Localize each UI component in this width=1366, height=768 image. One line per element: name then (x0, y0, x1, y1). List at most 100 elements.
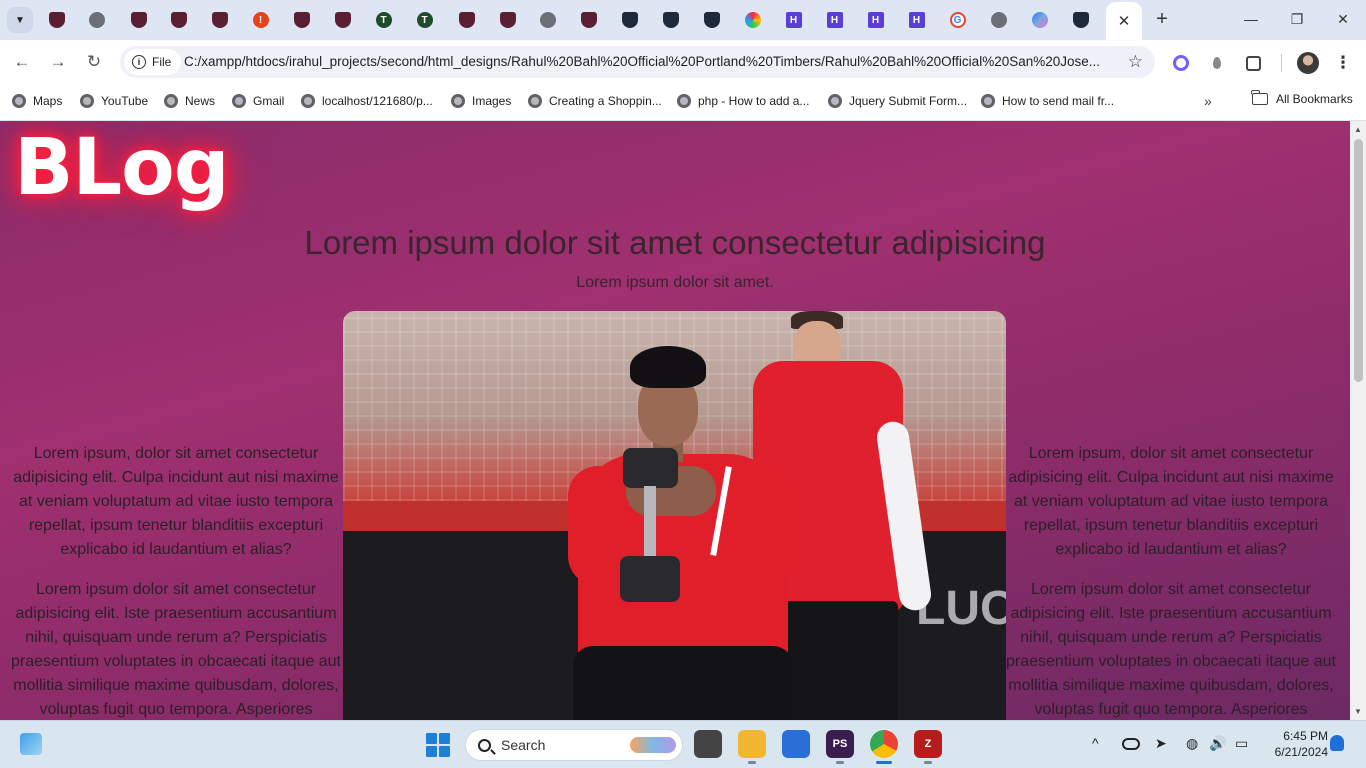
browser-tab[interactable] (446, 4, 487, 36)
address-bar[interactable]: i File C:/xampp/htdocs/irahul_projects/s… (120, 46, 1155, 78)
tray-chevron-icon[interactable]: ^ (1092, 735, 1099, 751)
page-viewport: BLog Lorem ipsum dolor sit amet consecte… (0, 121, 1350, 720)
browser-tab[interactable] (1019, 4, 1060, 36)
browser-tab[interactable]: G (937, 4, 978, 36)
extension-button[interactable] (1171, 53, 1191, 73)
hh-icon: H (908, 12, 925, 28)
right-paragraph-1: Lorem ipsum, dolor sit amet consectetur … (1008, 445, 1334, 558)
sj-shield-icon (662, 12, 679, 28)
tab-search-button[interactable]: ▼ (7, 7, 33, 33)
taskbar-clock[interactable]: 6:45 PM 6/21/2024 (1262, 728, 1328, 760)
globe-icon (451, 94, 465, 108)
bookmark-item[interactable]: Maps (12, 92, 62, 110)
close-window-button[interactable]: ✕ (1328, 8, 1358, 30)
onedrive-icon[interactable] (1122, 738, 1140, 750)
new-tab-button[interactable]: + (1151, 8, 1173, 30)
task-view-button[interactable] (694, 730, 722, 758)
browser-tab[interactable]: H (814, 4, 855, 36)
scroll-thumb[interactable] (1354, 139, 1363, 382)
url-text[interactable]: C:/xampp/htdocs/irahul_projects/second/h… (184, 54, 1119, 69)
bookmark-item[interactable]: Images (451, 92, 511, 110)
left-paragraph-2: Lorem ipsum dolor sit amet consectetur a… (11, 581, 341, 718)
location-pin-icon (1213, 57, 1221, 69)
phpstorm-button[interactable]: PS (826, 730, 854, 764)
reload-button[interactable]: ↻ (82, 50, 106, 74)
extension-button[interactable] (1207, 53, 1227, 73)
browser-tab[interactable] (1060, 4, 1101, 36)
browser-menu-button[interactable]: ⋮ (1335, 52, 1352, 74)
browser-tab[interactable]: T (404, 4, 445, 36)
browser-tab[interactable] (650, 4, 691, 36)
send-icon[interactable]: ➤ (1155, 735, 1167, 752)
site-logo[interactable]: BLog (14, 129, 230, 207)
bookmark-item[interactable]: News (164, 92, 215, 110)
globe-icon (539, 12, 556, 28)
notification-bell-icon[interactable] (1330, 735, 1344, 751)
volume-icon[interactable]: 🔊 (1209, 735, 1226, 752)
taskbar-search[interactable]: Search (465, 729, 683, 761)
bookmark-item[interactable]: How to send mail fr... (981, 92, 1114, 110)
browser-tab[interactable] (199, 4, 240, 36)
scroll-up-arrow-icon[interactable]: ▲ (1354, 125, 1362, 134)
bookmark-item[interactable]: Jquery Submit Form... (828, 92, 967, 110)
site-info-chip[interactable]: i File (124, 49, 182, 75)
browser-tab[interactable] (158, 4, 199, 36)
browser-tab[interactable] (76, 4, 117, 36)
browser-tab[interactable] (322, 4, 363, 36)
browser-tab[interactable] (568, 4, 609, 36)
globe-icon (12, 94, 26, 108)
bookmark-item[interactable]: YouTube (80, 92, 148, 110)
browser-tab[interactable]: H (855, 4, 896, 36)
file-explorer-button[interactable] (738, 730, 766, 764)
close-tab-icon[interactable]: ✕ (1118, 12, 1131, 30)
profile-avatar[interactable] (1297, 52, 1319, 74)
network-icon[interactable]: ◍ (1186, 735, 1198, 752)
all-bookmarks-button[interactable]: All Bookmarks (1251, 90, 1353, 106)
battery-icon[interactable]: ▭ (1235, 735, 1248, 752)
browser-tab[interactable]: H (896, 4, 937, 36)
browser-tab[interactable] (118, 4, 159, 36)
page-scrollbar[interactable]: ▲ ▼ (1350, 121, 1366, 720)
chrome-button[interactable] (870, 730, 898, 764)
widgets-button[interactable] (20, 733, 42, 755)
globe-icon (528, 94, 542, 108)
color-picker-icon (1173, 55, 1189, 71)
browser-tab[interactable] (487, 4, 528, 36)
bookmark-item[interactable]: php - How to add a... (677, 92, 809, 110)
extensions-button[interactable] (1243, 53, 1263, 73)
browser-tab[interactable]: T (363, 4, 404, 36)
bookmark-item[interactable]: Creating a Shoppin... (528, 92, 662, 110)
scroll-down-arrow-icon[interactable]: ▼ (1354, 707, 1362, 716)
tab-active[interactable]: ✕ (1106, 2, 1142, 40)
browser-tab[interactable] (732, 4, 773, 36)
browser-toolbar: ← → ↻ i File C:/xampp/htdocs/irahul_proj… (0, 40, 1366, 84)
browser-tab[interactable] (527, 4, 568, 36)
bookmark-item[interactable]: localhost/121680/p... (301, 92, 433, 110)
bookmark-label: Maps (33, 94, 63, 108)
browser-tab[interactable]: ! (240, 4, 281, 36)
browser-tab[interactable] (691, 4, 732, 36)
globe-icon (88, 12, 105, 28)
filezilla-button[interactable]: Z (914, 730, 942, 764)
info-icon: i (132, 55, 146, 69)
page-subheadline: Lorem ipsum dolor sit amet. (576, 274, 774, 291)
browser-tab[interactable] (281, 4, 322, 36)
search-highlight-art (630, 737, 676, 753)
copilot-icon (1031, 12, 1048, 28)
shield-crest-icon (580, 12, 597, 28)
bookmark-star-icon[interactable]: ☆ (1128, 52, 1143, 72)
bookmark-item[interactable]: Gmail (232, 92, 284, 110)
bookmarks-overflow-button[interactable]: » (1204, 93, 1212, 109)
browser-tab[interactable] (978, 4, 1019, 36)
maximize-button[interactable]: ❐ (1282, 8, 1312, 30)
minimize-button[interactable]: — (1236, 8, 1266, 30)
microsoft-store-button[interactable] (782, 730, 810, 758)
all-bookmarks-label: All Bookmarks (1276, 92, 1353, 106)
browser-tab[interactable]: H (773, 4, 814, 36)
left-paragraph-1: Lorem ipsum, dolor sit amet consectetur … (13, 445, 339, 558)
start-button[interactable] (426, 733, 450, 757)
forward-button[interactable]: → (46, 50, 70, 74)
back-button[interactable]: ← (10, 50, 34, 74)
browser-tab[interactable] (36, 4, 77, 36)
browser-tab[interactable] (609, 4, 650, 36)
